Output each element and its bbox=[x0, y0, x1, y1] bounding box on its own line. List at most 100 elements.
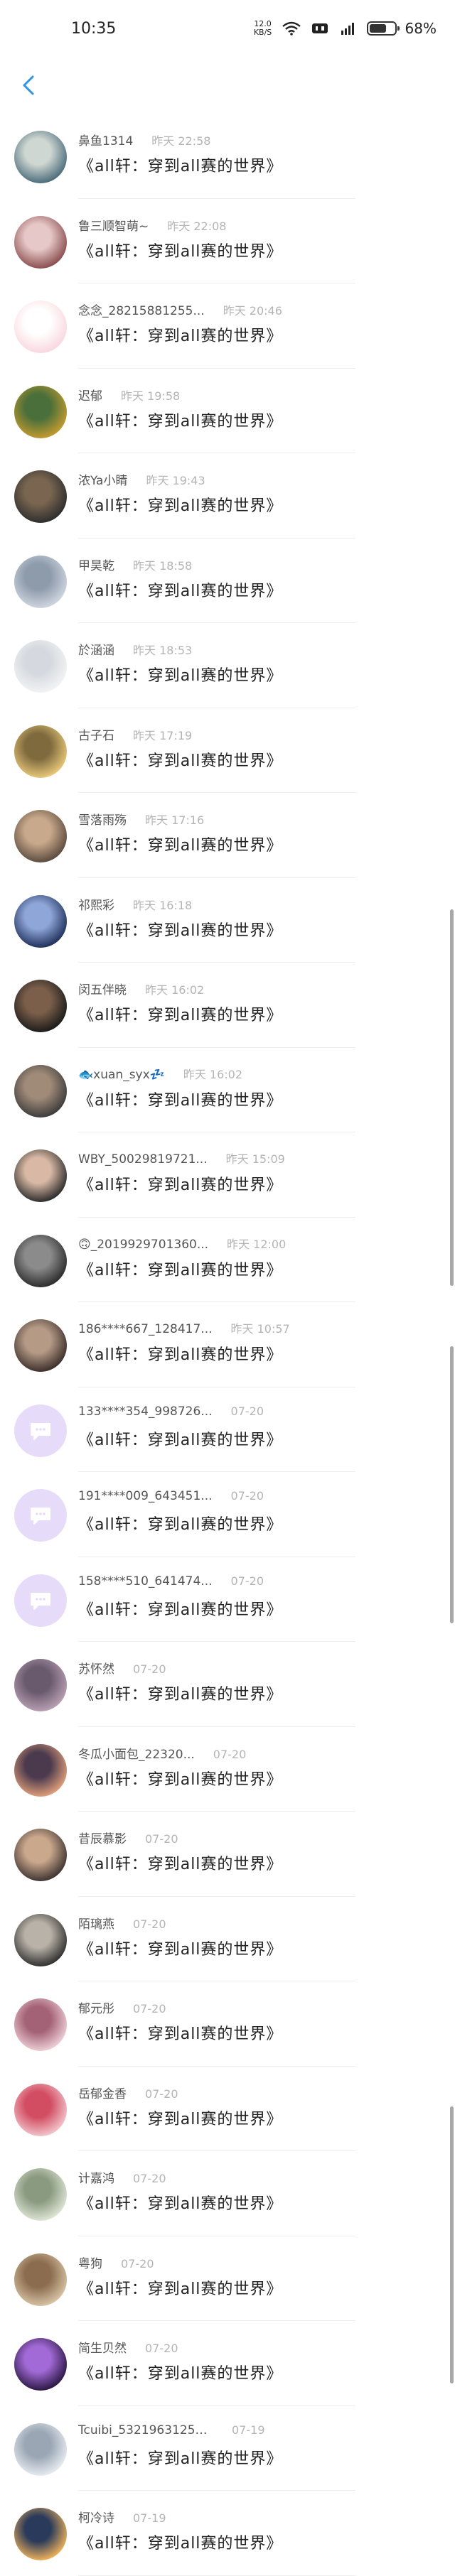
list-item[interactable]: Tcuibi_53219631251318 07-19 《all轩：穿到all赛的世… bbox=[0, 2406, 455, 2491]
list-item[interactable]: 浓Ya小睛 昨天 19:43 《all轩：穿到all赛的世界》 bbox=[0, 453, 455, 539]
list-item[interactable]: 133****354_998726... 07-20 《all轩：穿到all赛的世界… bbox=[0, 1387, 455, 1472]
list-item[interactable]: 闵五伴晓 昨天 16:02 《all轩：穿到all赛的世界》 bbox=[0, 963, 455, 1048]
username[interactable]: 191****009_643451... bbox=[78, 1489, 213, 1503]
username[interactable]: 粤狗 bbox=[78, 2253, 102, 2271]
avatar[interactable] bbox=[14, 725, 67, 778]
list-item[interactable]: 苏怀然 07-20 《all轩：穿到all赛的世界》 bbox=[0, 1642, 455, 1727]
username[interactable]: WBY_50029819721... bbox=[78, 1152, 208, 1167]
avatar[interactable] bbox=[14, 2253, 67, 2306]
username[interactable]: 186****667_128417... bbox=[78, 1322, 213, 1336]
list-item[interactable]: 古子石 昨天 17:19 《all轩：穿到all赛的世界》 bbox=[0, 708, 455, 793]
message-text[interactable]: 《all轩：穿到all赛的世界》 bbox=[78, 918, 282, 941]
avatar[interactable] bbox=[14, 810, 67, 862]
avatar[interactable] bbox=[14, 131, 67, 183]
message-text[interactable]: 《all轩：穿到all赛的世界》 bbox=[78, 663, 282, 686]
username[interactable]: 古子石 bbox=[78, 725, 114, 743]
list-item[interactable]: 粤狗 07-20 《all轩：穿到all赛的世界》 bbox=[0, 2236, 455, 2321]
list-item[interactable]: 鲁三顺智萌~ 昨天 22:08 《all轩：穿到all赛的世界》 bbox=[0, 199, 455, 283]
avatar[interactable] bbox=[14, 1829, 67, 1881]
username[interactable]: 158****510_641474... bbox=[78, 1574, 213, 1589]
message-text[interactable]: 《all轩：穿到all赛的世界》 bbox=[78, 2191, 282, 2214]
message-text[interactable]: 《all轩：穿到all赛的世界》 bbox=[78, 1088, 282, 1110]
username[interactable]: 简生贝然 bbox=[78, 2338, 127, 2356]
message-text[interactable]: 《all轩：穿到all赛的世界》 bbox=[78, 408, 282, 431]
message-text[interactable]: 《all轩：穿到all赛的世界》 bbox=[78, 2106, 282, 2129]
avatar[interactable] bbox=[14, 1404, 67, 1457]
avatar[interactable] bbox=[14, 1489, 67, 1542]
avatar[interactable] bbox=[14, 555, 67, 608]
avatar[interactable] bbox=[14, 2083, 67, 2136]
username[interactable]: 郁元彤 bbox=[78, 1998, 114, 2016]
list-item[interactable]: 冬瓜小面包_22320... 07-20 《all轩：穿到all赛的世界》 bbox=[0, 1727, 455, 1812]
username[interactable]: 祁熙彩 bbox=[78, 895, 114, 913]
message-text[interactable]: 《all轩：穿到all赛的世界》 bbox=[78, 1512, 282, 1535]
list-item[interactable]: 祁熙彩 昨天 16:18 《all轩：穿到all赛的世界》 bbox=[0, 878, 455, 963]
list-item[interactable]: 雪落雨殇 昨天 17:16 《all轩：穿到all赛的世界》 bbox=[0, 793, 455, 878]
message-text[interactable]: 《all轩：穿到all赛的世界》 bbox=[78, 1851, 282, 1874]
scrollbar[interactable] bbox=[450, 909, 454, 1286]
avatar[interactable] bbox=[14, 2508, 67, 2560]
username[interactable]: 🙃_2019929701360... bbox=[78, 1238, 208, 1252]
username[interactable]: 闵五伴晓 bbox=[78, 980, 127, 997]
message-text[interactable]: 《all轩：穿到all赛的世界》 bbox=[78, 1002, 282, 1025]
list-item[interactable]: 186****667_128417... 昨天 10:57 《all轩：穿到all赛… bbox=[0, 1302, 455, 1387]
list-item[interactable]: 郁元彤 07-20 《all轩：穿到all赛的世界》 bbox=[0, 1981, 455, 2067]
message-text[interactable]: 《all轩：穿到all赛的世界》 bbox=[78, 2446, 282, 2469]
message-text[interactable]: 《all轩：穿到all赛的世界》 bbox=[78, 2276, 282, 2299]
message-text[interactable]: 《all轩：穿到all赛的世界》 bbox=[78, 153, 282, 176]
message-text[interactable]: 《all轩：穿到all赛的世界》 bbox=[78, 1682, 282, 1704]
username[interactable]: 冬瓜小面包_22320... bbox=[78, 1744, 195, 1762]
message-text[interactable]: 《all轩：穿到all赛的世界》 bbox=[78, 1342, 282, 1365]
list-item[interactable]: 计嘉鸿 07-20 《all轩：穿到all赛的世界》 bbox=[0, 2151, 455, 2236]
list-item[interactable]: WBY_50029819721... 昨天 15:09 《all轩：穿到all赛的世… bbox=[0, 1132, 455, 1218]
message-text[interactable]: 《all轩：穿到all赛的世界》 bbox=[78, 323, 282, 346]
username[interactable]: 浓Ya小睛 bbox=[78, 470, 127, 488]
list-item[interactable]: 昔辰慕影 07-20 《all轩：穿到all赛的世界》 bbox=[0, 1812, 455, 1897]
avatar[interactable] bbox=[14, 1574, 67, 1627]
message-text[interactable]: 《all轩：穿到all赛的世界》 bbox=[78, 578, 282, 601]
message-text[interactable]: 《all轩：穿到all赛的世界》 bbox=[78, 2021, 282, 2044]
avatar[interactable] bbox=[14, 980, 67, 1032]
username[interactable]: 甲昊乾 bbox=[78, 556, 114, 573]
avatar[interactable] bbox=[14, 1234, 67, 1287]
list-item[interactable]: 鼻鱼1314 昨天 22:58 《all轩：穿到all赛的世界》 bbox=[0, 114, 455, 199]
back-button[interactable] bbox=[14, 71, 43, 99]
list-item[interactable]: 191****009_643451... 07-20 《all轩：穿到all赛的世界… bbox=[0, 1472, 455, 1557]
username[interactable]: 於涵涵 bbox=[78, 640, 114, 658]
list-item[interactable]: 於涵涵 昨天 18:53 《all轩：穿到all赛的世界》 bbox=[0, 623, 455, 708]
list-item[interactable]: 迟郁 昨天 19:58 《all轩：穿到all赛的世界》 bbox=[0, 369, 455, 453]
message-text[interactable]: 《all轩：穿到all赛的世界》 bbox=[78, 1172, 282, 1195]
username[interactable]: 念念_28215881255... bbox=[78, 301, 205, 318]
avatar[interactable] bbox=[14, 1064, 67, 1117]
message-text[interactable]: 《all轩：穿到all赛的世界》 bbox=[78, 748, 282, 771]
list-item[interactable]: 🐟xuan_syx💤 昨天 16:02 《all轩：穿到all赛的世界》 bbox=[0, 1048, 455, 1132]
username[interactable]: 鲁三顺智萌~ bbox=[78, 216, 149, 234]
message-text[interactable]: 《all轩：穿到all赛的世界》 bbox=[78, 493, 282, 516]
list-item[interactable]: 岳郁金香 07-20 《all轩：穿到all赛的世界》 bbox=[0, 2067, 455, 2151]
list-item[interactable]: 念念_28215881255... 昨天 20:46 《all轩：穿到all赛的世界… bbox=[0, 283, 455, 369]
username[interactable]: 陌璃燕 bbox=[78, 1914, 114, 1932]
username[interactable]: 计嘉鸿 bbox=[78, 2168, 114, 2186]
username[interactable]: 鼻鱼1314 bbox=[78, 131, 133, 148]
username[interactable]: 🐟xuan_syx💤 bbox=[78, 1068, 165, 1082]
list-item[interactable]: 简生贝然 07-20 《all轩：穿到all赛的世界》 bbox=[0, 2321, 455, 2406]
avatar[interactable] bbox=[14, 1659, 67, 1711]
avatar[interactable] bbox=[14, 301, 67, 353]
avatar[interactable] bbox=[14, 470, 67, 523]
username[interactable]: 雪落雨殇 bbox=[78, 810, 127, 828]
list-item[interactable]: 甲昊乾 昨天 18:58 《all轩：穿到all赛的世界》 bbox=[0, 539, 455, 623]
username[interactable]: Tcuibi_53219631251318 bbox=[78, 2423, 213, 2437]
username[interactable]: 昔辰慕影 bbox=[78, 1829, 127, 1846]
message-text[interactable]: 《all轩：穿到all赛的世界》 bbox=[78, 833, 282, 855]
avatar[interactable] bbox=[14, 1913, 67, 1966]
avatar[interactable] bbox=[14, 1149, 67, 1202]
list-item[interactable]: 158****510_641474... 07-20 《all轩：穿到all赛的世界… bbox=[0, 1557, 455, 1642]
avatar[interactable] bbox=[14, 385, 67, 438]
message-text[interactable]: 《all轩：穿到all赛的世界》 bbox=[78, 2531, 282, 2553]
message-text[interactable]: 《all轩：穿到all赛的世界》 bbox=[78, 1767, 282, 1790]
avatar[interactable] bbox=[14, 2338, 67, 2391]
message-text[interactable]: 《all轩：穿到all赛的世界》 bbox=[78, 239, 282, 261]
username[interactable]: 苏怀然 bbox=[78, 1659, 114, 1677]
list-item[interactable]: 陌璃燕 07-20 《all轩：穿到all赛的世界》 bbox=[0, 1897, 455, 1981]
avatar[interactable] bbox=[14, 894, 67, 948]
